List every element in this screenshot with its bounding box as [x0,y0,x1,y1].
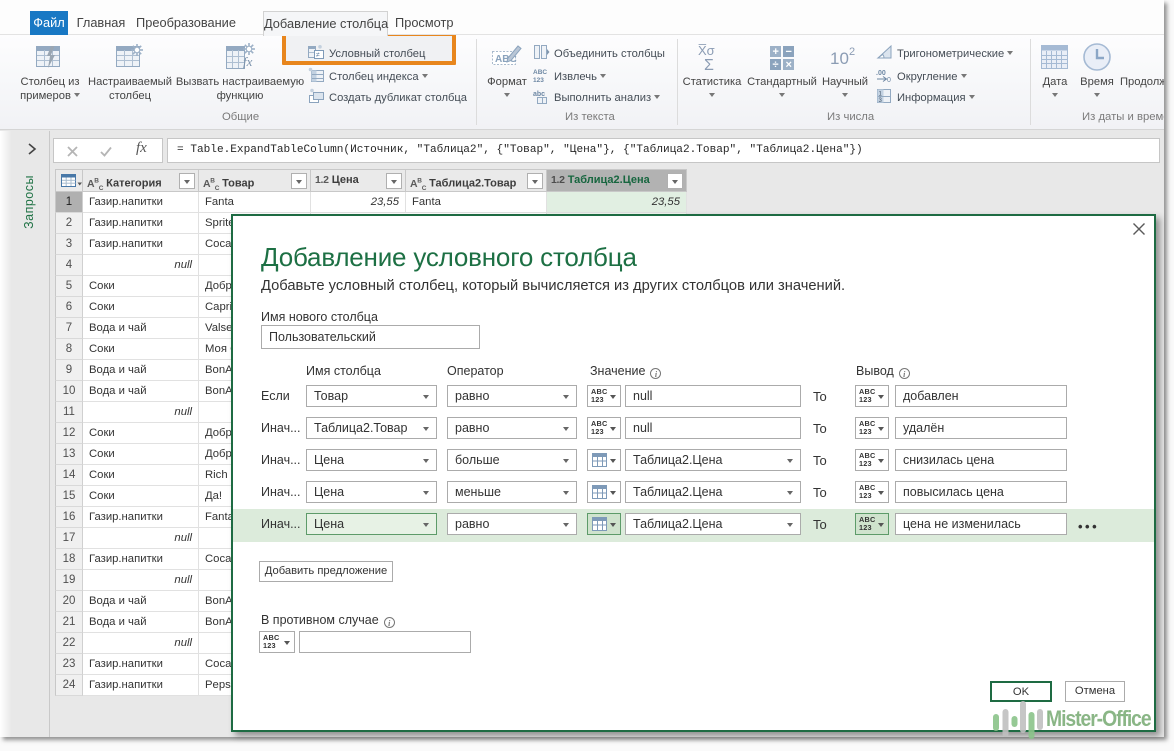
svg-text:.00: .00 [876,70,886,77]
svg-text:+: + [773,46,779,58]
svg-text:≠: ≠ [316,52,320,59]
svg-text:Σ: Σ [704,57,714,73]
svg-text:fx: fx [243,54,253,69]
svg-text:×: × [786,59,792,71]
svg-text:÷: ÷ [773,59,779,71]
svg-text:10: 10 [830,49,849,68]
svg-text:ABC: ABC [533,69,547,76]
svg-text:0: 0 [887,77,891,83]
svg-text:abc: abc [533,91,545,98]
svg-text:2: 2 [849,46,855,58]
svg-text:123: 123 [533,77,544,83]
svg-text:−: − [786,46,792,58]
svg-text:X̅σ: X̅σ [698,43,715,58]
